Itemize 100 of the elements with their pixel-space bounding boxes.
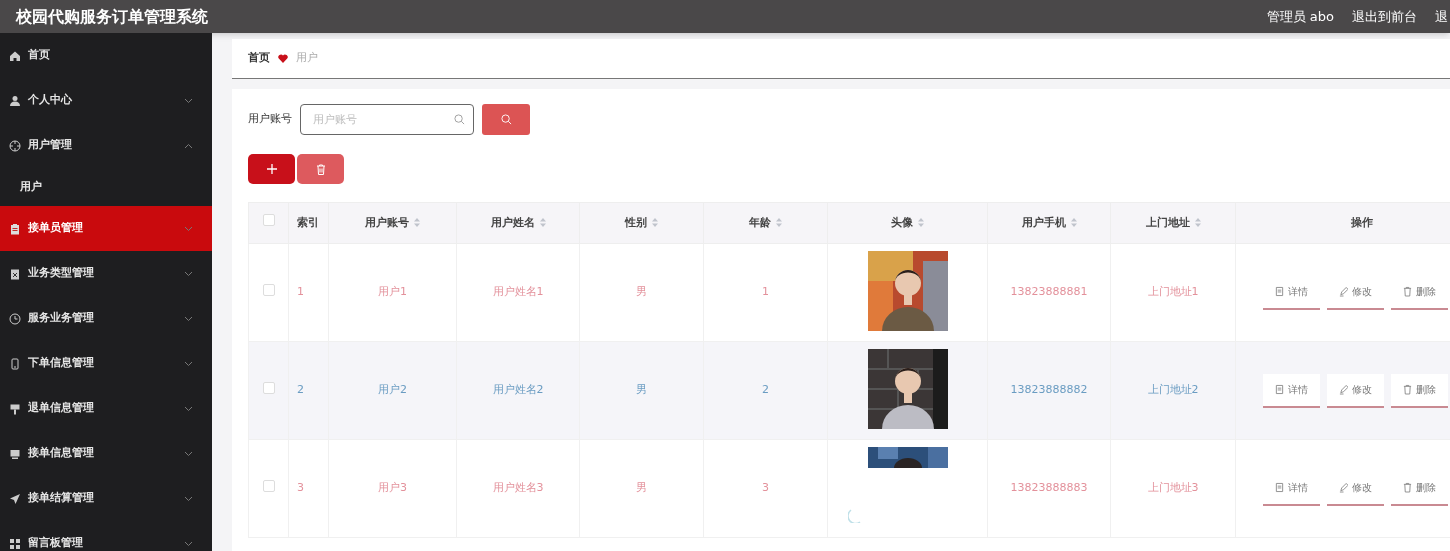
clipboard-icon xyxy=(9,222,21,235)
heart-icon xyxy=(278,54,288,63)
doc-icon xyxy=(1275,384,1284,395)
sort-icon xyxy=(1070,218,1077,228)
action-button[interactable]: 修改 xyxy=(1327,275,1384,310)
pencil-icon xyxy=(1339,482,1348,493)
column-header: 用户账号 xyxy=(365,215,409,229)
search-button[interactable] xyxy=(482,104,530,135)
trash-icon xyxy=(1403,482,1412,493)
column-header: 索引 xyxy=(297,215,319,229)
chevron-down-icon xyxy=(184,270,193,277)
pencil-icon xyxy=(1339,384,1348,395)
table-cell: 1 xyxy=(297,285,304,299)
chevron-up-icon xyxy=(184,142,193,149)
delete-button[interactable] xyxy=(297,154,344,184)
search-icon xyxy=(454,114,465,125)
checkbox[interactable] xyxy=(262,214,275,227)
action-button[interactable]: 删除 xyxy=(1391,275,1448,310)
phone-icon xyxy=(9,357,21,370)
checkbox[interactable] xyxy=(262,283,275,296)
column-header: 头像 xyxy=(891,215,913,229)
sidebar-item[interactable]: 下单信息管理 xyxy=(0,341,212,386)
pencil-icon xyxy=(1339,286,1348,297)
table-cell: 上门地址1 xyxy=(1147,285,1199,299)
chevron-down-icon xyxy=(184,495,193,502)
sort-icon xyxy=(539,218,546,228)
sidebar-item[interactable]: 接单结算管理 xyxy=(0,476,212,521)
sort-icon xyxy=(652,218,658,228)
sidebar-item[interactable]: 服务业务管理 xyxy=(0,296,212,341)
sidebar-item[interactable]: 退单信息管理 xyxy=(0,386,212,431)
table-cell: 用户3 xyxy=(378,481,407,495)
sidebar-item[interactable]: 用户管理 xyxy=(0,123,212,168)
add-button[interactable] xyxy=(248,154,295,184)
column-header: 操作 xyxy=(1351,215,1373,229)
breadcrumb-link[interactable]: 首页 xyxy=(248,50,270,67)
table-cell: 用户1 xyxy=(378,285,407,299)
table-cell: 3 xyxy=(297,481,304,495)
column-header: 用户姓名 xyxy=(490,215,535,229)
action-button[interactable]: 详情 xyxy=(1263,373,1320,408)
person-icon xyxy=(9,94,21,107)
header-link[interactable]: 管理员 abo xyxy=(1266,6,1334,27)
signpost-icon xyxy=(9,402,21,415)
chevron-down-icon xyxy=(184,360,193,367)
table-cell: 男 xyxy=(636,285,647,299)
paper-plane-icon xyxy=(9,492,21,505)
table-cell: 男 xyxy=(636,481,647,495)
table-cell: 用户姓名2 xyxy=(492,383,544,397)
sort-icon xyxy=(776,218,782,228)
table-row[interactable]: 2 用户2 用户姓名2 男 2 13823888882 上门地址2 详情 修改 删除 xyxy=(248,341,1450,440)
action-button[interactable]: 修改 xyxy=(1327,471,1384,506)
doc-icon xyxy=(1275,286,1284,297)
app-title: 校园代购服务订单管理系统 xyxy=(14,5,208,28)
crossed-box-icon xyxy=(9,267,21,280)
action-button[interactable]: 详情 xyxy=(1263,275,1320,310)
monitor-icon xyxy=(9,447,21,460)
sidebar-item[interactable]: 业务类型管理 xyxy=(0,251,212,296)
grid-icon xyxy=(9,537,21,550)
table-row[interactable]: 3 用户3 用户姓名3 男 3 13823888883 上门地址3 详情 修改 删除 xyxy=(248,439,1450,538)
table-cell: 13823888881 xyxy=(1010,285,1088,299)
home-icon xyxy=(9,49,21,62)
plus-icon xyxy=(266,164,277,174)
table-cell: 2 xyxy=(297,383,304,397)
search-label: 用户账号 xyxy=(248,111,292,128)
action-button[interactable]: 详情 xyxy=(1263,471,1320,506)
action-button[interactable]: 删除 xyxy=(1391,373,1448,408)
action-button[interactable]: 修改 xyxy=(1327,373,1384,408)
chevron-down-icon xyxy=(184,97,193,104)
trash-icon xyxy=(1403,384,1412,395)
chevron-down-icon xyxy=(184,450,193,457)
column-header: 上门地址 xyxy=(1145,215,1190,229)
sidebar-item[interactable]: 留言板管理 xyxy=(0,521,212,551)
sidebar-subitem[interactable]: 用户 xyxy=(0,168,212,206)
table-cell: 用户姓名3 xyxy=(492,481,544,495)
sidebar-item[interactable]: 接单信息管理 xyxy=(0,431,212,476)
sidebar-item[interactable]: 首页 xyxy=(0,33,212,78)
header-link[interactable]: 退出到前台 xyxy=(1352,6,1417,27)
table-cell: 上门地址3 xyxy=(1147,481,1199,495)
doc-icon xyxy=(1275,482,1284,493)
sidebar-item[interactable]: 接单员管理 xyxy=(0,206,212,251)
table-cell: 3 xyxy=(762,481,769,495)
table-cell: 2 xyxy=(762,383,769,397)
chevron-down-icon xyxy=(184,540,193,547)
column-header: 年龄 xyxy=(749,215,771,229)
trash-icon xyxy=(315,163,326,175)
sidebar-item[interactable]: 个人中心 xyxy=(0,78,212,123)
column-header: 性别 xyxy=(625,215,647,229)
sort-icon xyxy=(414,218,420,228)
chevron-down-icon xyxy=(184,315,193,322)
table-row[interactable]: 1 用户1 用户姓名1 男 1 13823888881 上门地址1 详情 修改 删除 xyxy=(248,243,1450,342)
table-cell: 用户姓名1 xyxy=(492,285,544,299)
table-cell: 13823888882 xyxy=(1010,383,1088,397)
sort-icon xyxy=(1194,218,1201,228)
table-cell: 13823888883 xyxy=(1010,481,1088,495)
trash-icon xyxy=(1403,286,1412,297)
chevron-down-icon xyxy=(184,225,193,232)
action-button[interactable]: 删除 xyxy=(1391,471,1448,506)
header-link[interactable]: 退 xyxy=(1435,6,1448,27)
checkbox[interactable] xyxy=(262,479,275,492)
checkbox[interactable] xyxy=(262,381,275,394)
table-cell: 上门地址2 xyxy=(1147,383,1199,397)
